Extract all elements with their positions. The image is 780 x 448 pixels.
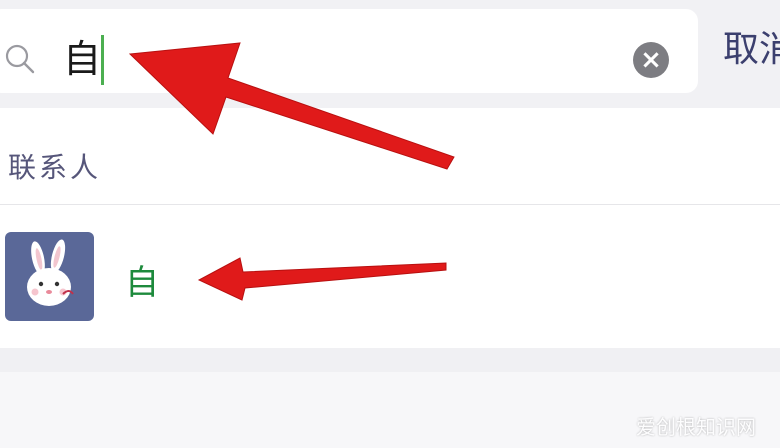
cancel-button[interactable]: 取消 bbox=[723, 24, 780, 76]
text-cursor bbox=[101, 35, 104, 85]
clear-icon[interactable]: × bbox=[633, 42, 669, 78]
bottom-area: 爱创根知识网 bbox=[0, 348, 780, 448]
contacts-section: 联系人 自 bbox=[0, 108, 780, 348]
search-box[interactable]: 自 × bbox=[0, 9, 698, 93]
contact-row[interactable]: 自 bbox=[0, 205, 780, 348]
search-input[interactable]: 自 bbox=[63, 33, 101, 85]
search-header: 自 × 取消 bbox=[0, 0, 780, 108]
contact-name: 自 bbox=[125, 263, 159, 303]
avatar[interactable] bbox=[5, 232, 94, 321]
search-icon bbox=[5, 44, 35, 74]
rabbit-icon bbox=[27, 239, 74, 306]
watermark: 爱创根知识网 bbox=[636, 415, 756, 439]
section-title: 联系人 bbox=[8, 151, 102, 184]
